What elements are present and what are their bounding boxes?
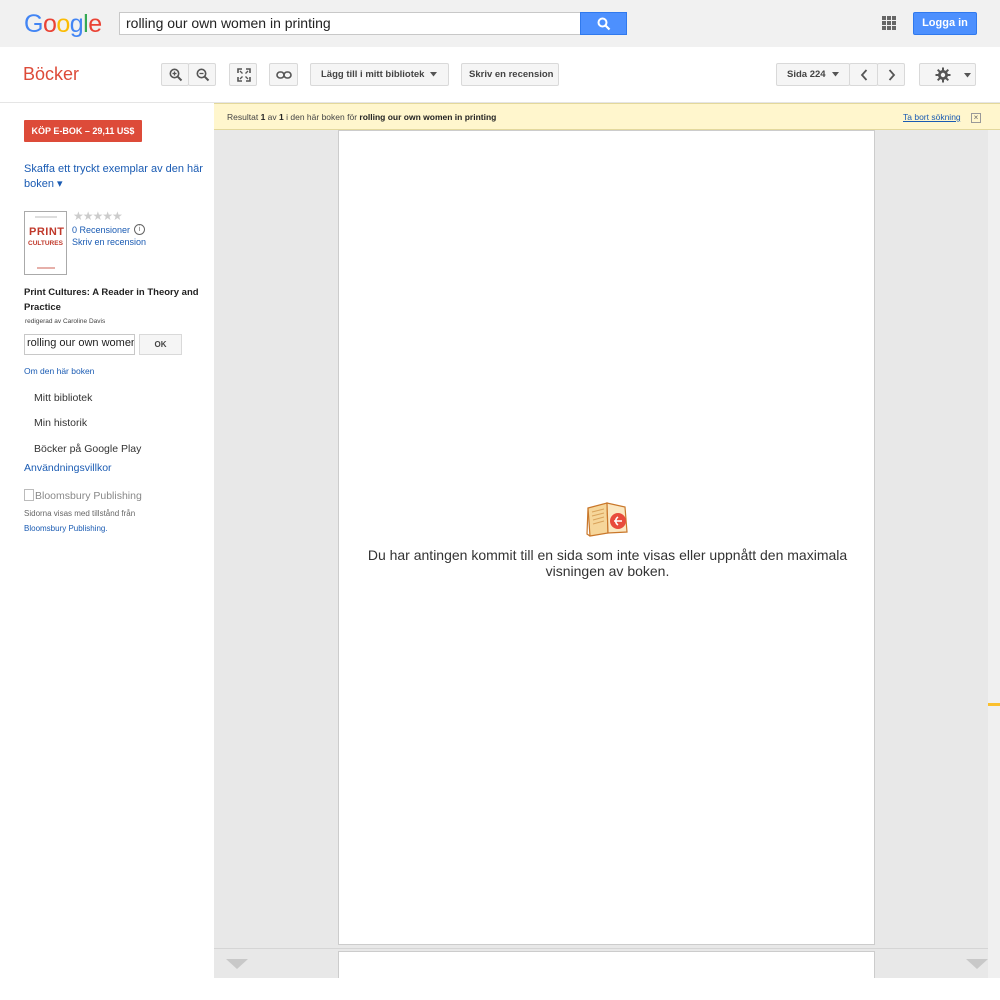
add-to-library-button[interactable]: Lägg till i mitt bibliotek <box>310 63 449 86</box>
book-title: Print Cultures: A Reader in Theory and P… <box>24 287 199 313</box>
dropdown-arrow-icon <box>430 72 437 77</box>
viewer-divider <box>214 948 988 949</box>
result-total: 1 <box>279 112 284 122</box>
zoom-out-icon <box>196 68 210 82</box>
search-button[interactable] <box>580 12 627 35</box>
publisher-logo-alt: Bloomsbury Publishing <box>35 490 142 502</box>
book-editor: redigerad av Caroline Davis <box>25 318 106 325</box>
result-middle: i den här boken för <box>286 112 358 122</box>
magnifier-icon <box>597 17 611 31</box>
clear-search-link[interactable]: Ta bort sökning <box>903 112 961 122</box>
reviews-link[interactable]: 0 Recensioner <box>72 225 130 235</box>
zoom-in-icon <box>169 68 183 82</box>
dropdown-arrow-icon <box>832 72 839 77</box>
google-play-books-link[interactable]: Böcker på Google Play <box>34 443 141 455</box>
logo-letter: g <box>69 10 84 38</box>
page-label: Sida 224 <box>787 69 826 80</box>
link-button[interactable] <box>269 63 298 86</box>
sidebar: KÖP E-BOK – 29,11 US$ Skaffa ett tryckt … <box>0 103 214 1000</box>
cover-title-line-2: CULTURES <box>28 240 63 247</box>
book-page: Du har antingen kommit till en sida som … <box>338 130 875 945</box>
search-input[interactable]: rolling our own women in printing <box>119 12 581 35</box>
result-query: rolling our own women in printing <box>359 112 497 122</box>
google-logo[interactable]: Google <box>24 10 102 39</box>
books-toolbar: Böcker Lägg till i mitt bibliotek Skriv … <box>0 47 1000 103</box>
book-cover[interactable]: PRINT CULTURES <box>24 211 67 275</box>
zoom-in-button[interactable] <box>161 63 189 86</box>
logo-letter: e <box>88 10 102 38</box>
scroll-down-left-icon[interactable] <box>226 959 248 969</box>
publisher-link-line: Bloomsbury Publishing. <box>24 524 108 533</box>
buy-ebook-button[interactable]: KÖP E-BOK – 29,11 US$ <box>24 120 142 142</box>
fullscreen-icon <box>237 68 251 82</box>
page-select-button[interactable]: Sida 224 <box>776 63 850 86</box>
about-book-link[interactable]: Om den här boken <box>24 366 94 376</box>
inbook-search-input[interactable]: rolling our own women in printing <box>24 334 135 355</box>
result-text: Resultat 1 av 1 i den här boken för roll… <box>227 112 496 122</box>
zoom-out-button[interactable] <box>188 63 216 86</box>
scrollbar[interactable] <box>988 130 1000 978</box>
settings-button[interactable] <box>919 63 976 86</box>
inbook-search-ok-button[interactable]: OK <box>139 334 182 355</box>
bottom-strip <box>0 978 1000 1000</box>
login-button[interactable]: Logga in <box>913 12 977 35</box>
logo-letter: o <box>42 10 57 38</box>
scroll-down-right-icon[interactable] <box>966 959 988 969</box>
pages-shown-text: Sidorna visas med tillstånd från <box>24 509 136 518</box>
chevron-right-icon <box>888 69 896 81</box>
open-book-icon <box>586 502 628 537</box>
result-current: 1 <box>260 112 266 122</box>
chevron-left-icon <box>860 69 868 81</box>
info-icon[interactable]: i <box>134 224 145 235</box>
my-history-link[interactable]: Min historik <box>34 417 87 429</box>
result-of: av <box>267 112 277 122</box>
top-bar: Google rolling our own women in printing… <box>0 0 1000 47</box>
my-library-link[interactable]: Mitt bibliotek <box>34 392 92 404</box>
close-icon[interactable]: × <box>971 113 981 123</box>
next-book-page <box>338 951 875 981</box>
broken-image-icon <box>24 489 34 501</box>
write-review-label: Skriv en recension <box>469 69 554 80</box>
terms-link[interactable]: Användningsvillkor <box>24 462 112 474</box>
cover-title-line-1: PRINT <box>29 226 65 238</box>
publisher-logo[interactable]: Bloomsbury Publishing <box>24 489 142 502</box>
result-prefix: Resultat <box>227 112 259 122</box>
search-result-bar: Resultat 1 av 1 i den här boken för roll… <box>214 103 1000 130</box>
write-review-link[interactable]: Skriv en recension <box>72 237 146 247</box>
book-viewer[interactable]: Resultat 1 av 1 i den här boken för roll… <box>214 103 1000 981</box>
print-copy-link[interactable]: Skaffa ett tryckt exemplar av den här bo… <box>24 162 204 192</box>
gear-icon <box>935 67 951 83</box>
publisher-link-suffix: . <box>105 524 108 533</box>
prev-page-button[interactable] <box>849 63 878 86</box>
link-icon <box>276 71 292 79</box>
logo-letter: G <box>24 10 43 38</box>
logo-letter: o <box>56 10 70 38</box>
rating-stars: ★★★★★ <box>73 209 123 223</box>
page-unavailable-notice: Du har antingen kommit till en sida som … <box>367 547 848 579</box>
add-to-library-label: Lägg till i mitt bibliotek <box>321 69 425 80</box>
write-review-button[interactable]: Skriv en recension <box>461 63 559 86</box>
next-page-button[interactable] <box>877 63 905 86</box>
dropdown-arrow-icon <box>964 73 971 78</box>
publisher-link[interactable]: Bloomsbury Publishing <box>24 524 105 533</box>
search-hit-marker[interactable] <box>988 703 1000 706</box>
fullscreen-button[interactable] <box>229 63 257 86</box>
section-title[interactable]: Böcker <box>23 64 79 85</box>
apps-grid-icon[interactable] <box>882 16 896 30</box>
